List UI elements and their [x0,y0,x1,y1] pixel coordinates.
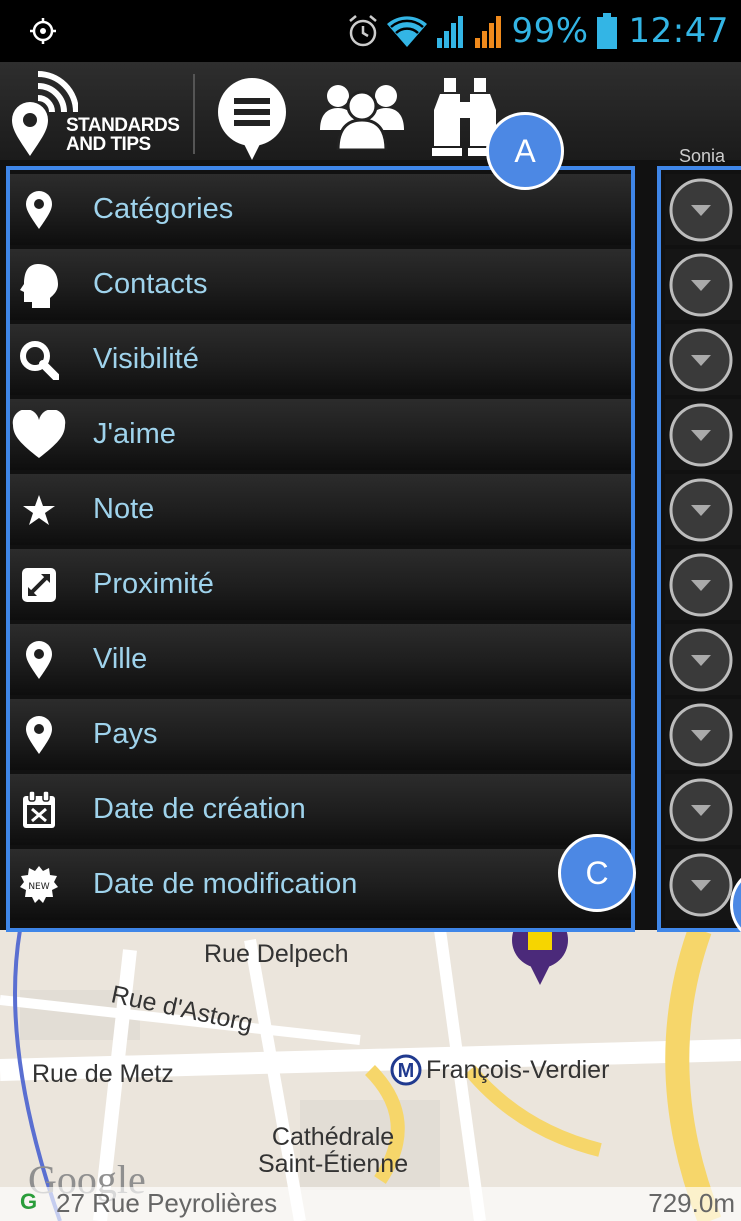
map-label-rue-metz: Rue de Metz [32,1060,174,1088]
annotation-label-c: C [558,834,636,912]
toolbar: STANDARDS AND TIPS [0,62,741,160]
signal-icon-2 [475,16,502,48]
metro-icon: M [390,1054,422,1086]
map-view[interactable]: Rue Delpech Rue d'Astorg Rue de Metz M F… [0,930,741,1221]
address-label: 27 Rue Peyrolières [56,1188,278,1218]
map-label-rue-delpech: Rue Delpech [204,940,349,968]
gps-icon [30,18,56,44]
metro-station-label: François-Verdier [426,1055,610,1084]
map-info-bar: G 27 Rue Peyrolières 729.0m [0,1187,741,1221]
clock: 12:47 [628,11,729,51]
map-label-cathedral: Cathédrale Saint-Étienne [258,1124,408,1178]
logo-text: STANDARDS AND TIPS [66,115,180,155]
map-label-metro: M François-Verdier [390,1054,609,1086]
cathedral-line-1: Cathédrale [271,1123,395,1151]
toolbar-divider [193,74,195,154]
info-bar-prefix: G [20,1189,38,1214]
svg-text:M: M [398,1060,415,1082]
user-name: Sonia [679,146,726,166]
battery-percent: 99% [511,11,589,51]
logo-line-1: STANDARDS [66,115,180,136]
wifi-icon [387,16,428,47]
logo-line-2: AND TIPS [66,134,151,155]
distance-label: 729.0m [648,1188,735,1218]
chat-icon[interactable] [216,76,288,162]
alarm-icon [349,15,378,47]
annotation-box-b [657,166,741,932]
annotation-label-a: A [486,112,564,190]
battery-icon [596,13,617,49]
signal-icon [437,16,464,48]
cathedral-line-2: Saint-Étienne [258,1150,409,1178]
app-logo[interactable]: STANDARDS AND TIPS [8,68,183,158]
status-bar: 99% 12:47 [0,0,741,62]
group-icon[interactable] [318,80,406,150]
annotation-box-a [6,166,635,932]
screen: 99% 12:47 STANDARDS AND TIPS Sonia Rue D… [0,0,741,1221]
